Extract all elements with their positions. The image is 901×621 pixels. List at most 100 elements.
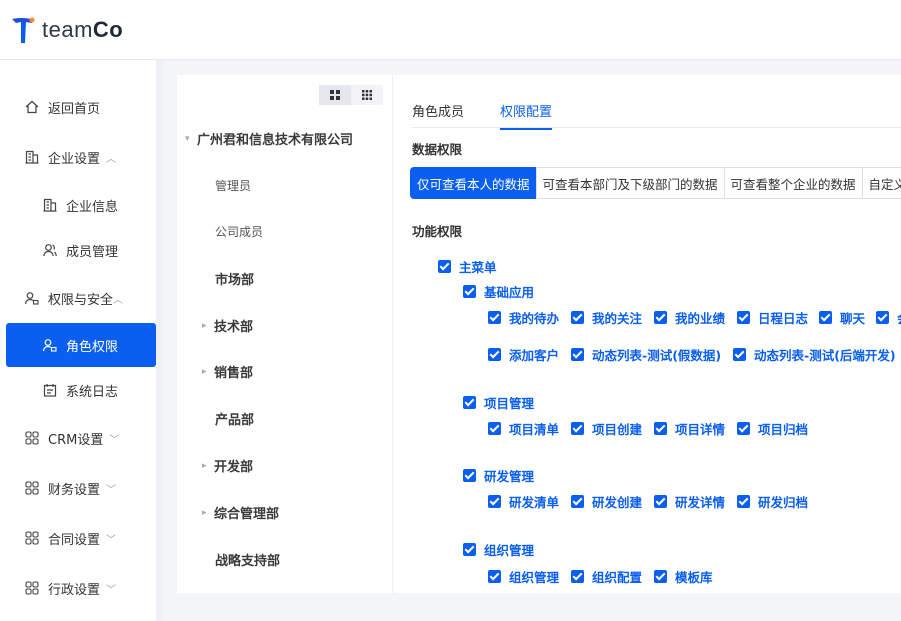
checkbox-checked-icon bbox=[571, 495, 584, 508]
scope-option-own[interactable]: 仅可查看本人的数据 bbox=[410, 167, 537, 199]
building-icon bbox=[24, 149, 40, 165]
sidebar: 返回首页 企业设置 ︿ 企业信息 成员管理 权限与安全 ︿ 角色权限 系统日志 … bbox=[0, 60, 163, 621]
grid-icon bbox=[24, 480, 40, 496]
tree-node[interactable]: 产品部 bbox=[215, 409, 254, 428]
checkbox-checked-icon bbox=[488, 495, 501, 508]
checkbox-item[interactable]: 我的待办 bbox=[488, 308, 559, 327]
checkbox-item[interactable]: 项目清单 bbox=[488, 419, 559, 438]
checkbox-label: 动态列表-测试(后端开发) bbox=[754, 348, 896, 363]
tree-node[interactable]: ▸ 技术部 bbox=[202, 316, 253, 335]
sidebar-item-label: 企业设置 bbox=[48, 151, 101, 167]
scope-option-enterprise[interactable]: 可查看整个企业的数据 bbox=[723, 167, 863, 199]
data-scope-selector: 仅可查看本人的数据 可查看本部门及下级部门的数据 可查看整个企业的数据 自定义 bbox=[410, 167, 901, 199]
chevron-down-icon: ﹀ bbox=[106, 584, 117, 596]
sidebar-item-admin-settings[interactable]: 行政设置 ﹀ bbox=[6, 566, 156, 610]
checkbox-main-menu[interactable]: 主菜单 bbox=[438, 257, 497, 276]
scope-option-custom[interactable]: 自定义 bbox=[861, 167, 901, 199]
tree-node[interactable]: ▸ 综合管理部 bbox=[202, 503, 279, 522]
sidebar-item-crm-settings[interactable]: CRM设置 ﹀ bbox=[6, 416, 156, 460]
caret-right-icon[interactable]: ▸ bbox=[202, 367, 214, 377]
sidebar-item-label: 系统日志 bbox=[66, 384, 119, 400]
checkbox-item[interactable]: 项目归档 bbox=[737, 419, 808, 438]
checkbox-checked-icon bbox=[463, 543, 476, 556]
checkbox-item[interactable]: 研发归档 bbox=[737, 492, 808, 511]
caret-right-icon[interactable]: ▸ bbox=[202, 508, 214, 518]
caret-right-icon[interactable]: ▸ bbox=[202, 321, 214, 331]
users-icon bbox=[42, 242, 58, 258]
sidebar-item-home[interactable]: 返回首页 bbox=[6, 85, 156, 129]
sidebar-item-role-permissions[interactable]: 角色权限 bbox=[6, 323, 156, 367]
checkbox-item[interactable]: 项目创建 bbox=[571, 419, 642, 438]
grid-view-icon[interactable] bbox=[319, 85, 351, 105]
checkbox-checked-icon bbox=[438, 260, 451, 273]
checkbox-item[interactable]: 模板库 bbox=[654, 567, 713, 586]
checkbox-org-management[interactable]: 组织管理 bbox=[463, 540, 534, 559]
checkbox-label: 添加客户 bbox=[509, 348, 560, 363]
checkbox-item[interactable]: 聊天 bbox=[819, 308, 865, 327]
checkbox-checked-icon bbox=[571, 348, 584, 361]
chevron-up-icon: ︿ bbox=[113, 294, 124, 306]
sidebar-item-member-management[interactable]: 成员管理 bbox=[6, 228, 156, 272]
list-view-icon[interactable] bbox=[351, 85, 383, 105]
sidebar-item-enterprise-info[interactable]: 企业信息 bbox=[6, 183, 156, 227]
checkbox-rd-management[interactable]: 研发管理 bbox=[463, 466, 534, 485]
checkbox-basic-app[interactable]: 基础应用 bbox=[463, 282, 534, 301]
checkbox-item[interactable]: 我的业绩 bbox=[654, 308, 725, 327]
checkbox-item[interactable]: 动态列表-测试(后端开发) bbox=[733, 345, 896, 364]
logo-text: teamCo bbox=[42, 17, 124, 42]
checkbox-project-management[interactable]: 项目管理 bbox=[463, 393, 534, 412]
tree-root[interactable]: ▾ 广州君和信息技术有限公司 bbox=[185, 129, 353, 148]
logo[interactable]: teamCo bbox=[10, 15, 123, 45]
checkbox-label: 组织管理 bbox=[509, 570, 560, 585]
tab-role-members[interactable]: 角色成员 bbox=[412, 101, 464, 130]
tree-node[interactable]: ▸ 开发部 bbox=[202, 456, 253, 475]
function-permission-title: 功能权限 bbox=[412, 224, 463, 239]
sidebar-item-system-log[interactable]: 系统日志 bbox=[6, 368, 156, 412]
logo-mark-icon bbox=[10, 15, 36, 45]
tab-bar: 角色成员 权限配置 bbox=[412, 101, 553, 130]
tree-node[interactable]: 公司成员 bbox=[215, 223, 263, 240]
checkbox-item[interactable]: 组织配置 bbox=[571, 567, 642, 586]
permission-content: 角色成员 权限配置 数据权限 仅可查看本人的数据 可查看本部门及下级部门的数据 … bbox=[394, 75, 901, 593]
tree-node[interactable]: ▸ 销售部 bbox=[202, 362, 253, 381]
sidebar-item-enterprise-settings[interactable]: 企业设置 ︿ bbox=[6, 135, 156, 179]
checkbox-label: 模板库 bbox=[675, 570, 713, 585]
checkbox-item[interactable]: 项目详情 bbox=[654, 419, 725, 438]
tree-node[interactable]: 战略支持部 bbox=[215, 550, 280, 569]
checkbox-checked-icon bbox=[488, 348, 501, 361]
checkbox-checked-icon bbox=[463, 469, 476, 482]
tree-node-label: 战略支持部 bbox=[215, 554, 281, 569]
scope-option-department[interactable]: 可查看本部门及下级部门的数据 bbox=[535, 167, 725, 199]
caret-right-icon[interactable]: ▸ bbox=[202, 461, 214, 471]
checkbox-item[interactable]: 添加客户 bbox=[488, 345, 559, 364]
checkbox-checked-icon bbox=[733, 348, 746, 361]
checkbox-checked-icon bbox=[488, 422, 501, 435]
checkbox-label: 基础应用 bbox=[484, 285, 535, 300]
checkbox-label: 研发管理 bbox=[484, 469, 535, 484]
caret-down-icon[interactable]: ▾ bbox=[185, 134, 197, 144]
tree-node[interactable]: 管理员 bbox=[215, 177, 251, 194]
tab-permission-config[interactable]: 权限配置 bbox=[500, 101, 553, 130]
home-icon bbox=[24, 99, 40, 115]
user-lock-icon bbox=[24, 290, 40, 306]
checkbox-item[interactable]: 研发创建 bbox=[571, 492, 642, 511]
sidebar-item-permission-security[interactable]: 权限与安全 ︿ bbox=[6, 276, 156, 320]
checkbox-item[interactable]: 会 bbox=[876, 308, 901, 327]
checkbox-label: 组织配置 bbox=[592, 570, 643, 585]
grid-icon bbox=[24, 580, 40, 596]
checkbox-item[interactable]: 我的关注 bbox=[571, 308, 642, 327]
checkbox-label: 研发创建 bbox=[592, 495, 643, 510]
checkbox-item[interactable]: 动态列表-测试(假数据) bbox=[571, 345, 721, 364]
sidebar-scrollbar[interactable] bbox=[156, 60, 163, 621]
checkbox-item[interactable]: 研发详情 bbox=[654, 492, 725, 511]
checkbox-item[interactable]: 组织管理 bbox=[488, 567, 559, 586]
checkbox-item[interactable]: 日程日志 bbox=[737, 308, 808, 327]
sidebar-item-finance-settings[interactable]: 财务设置 ﹀ bbox=[6, 466, 156, 510]
checkbox-checked-icon bbox=[463, 396, 476, 409]
sidebar-item-label: 合同设置 bbox=[48, 532, 101, 548]
sidebar-item-label: CRM设置 bbox=[48, 432, 104, 448]
sidebar-item-contract-settings[interactable]: 合同设置 ﹀ bbox=[6, 516, 156, 560]
sidebar-item-label: 财务设置 bbox=[48, 482, 101, 498]
checkbox-item[interactable]: 研发清单 bbox=[488, 492, 559, 511]
tree-node[interactable]: 市场部 bbox=[215, 269, 254, 288]
